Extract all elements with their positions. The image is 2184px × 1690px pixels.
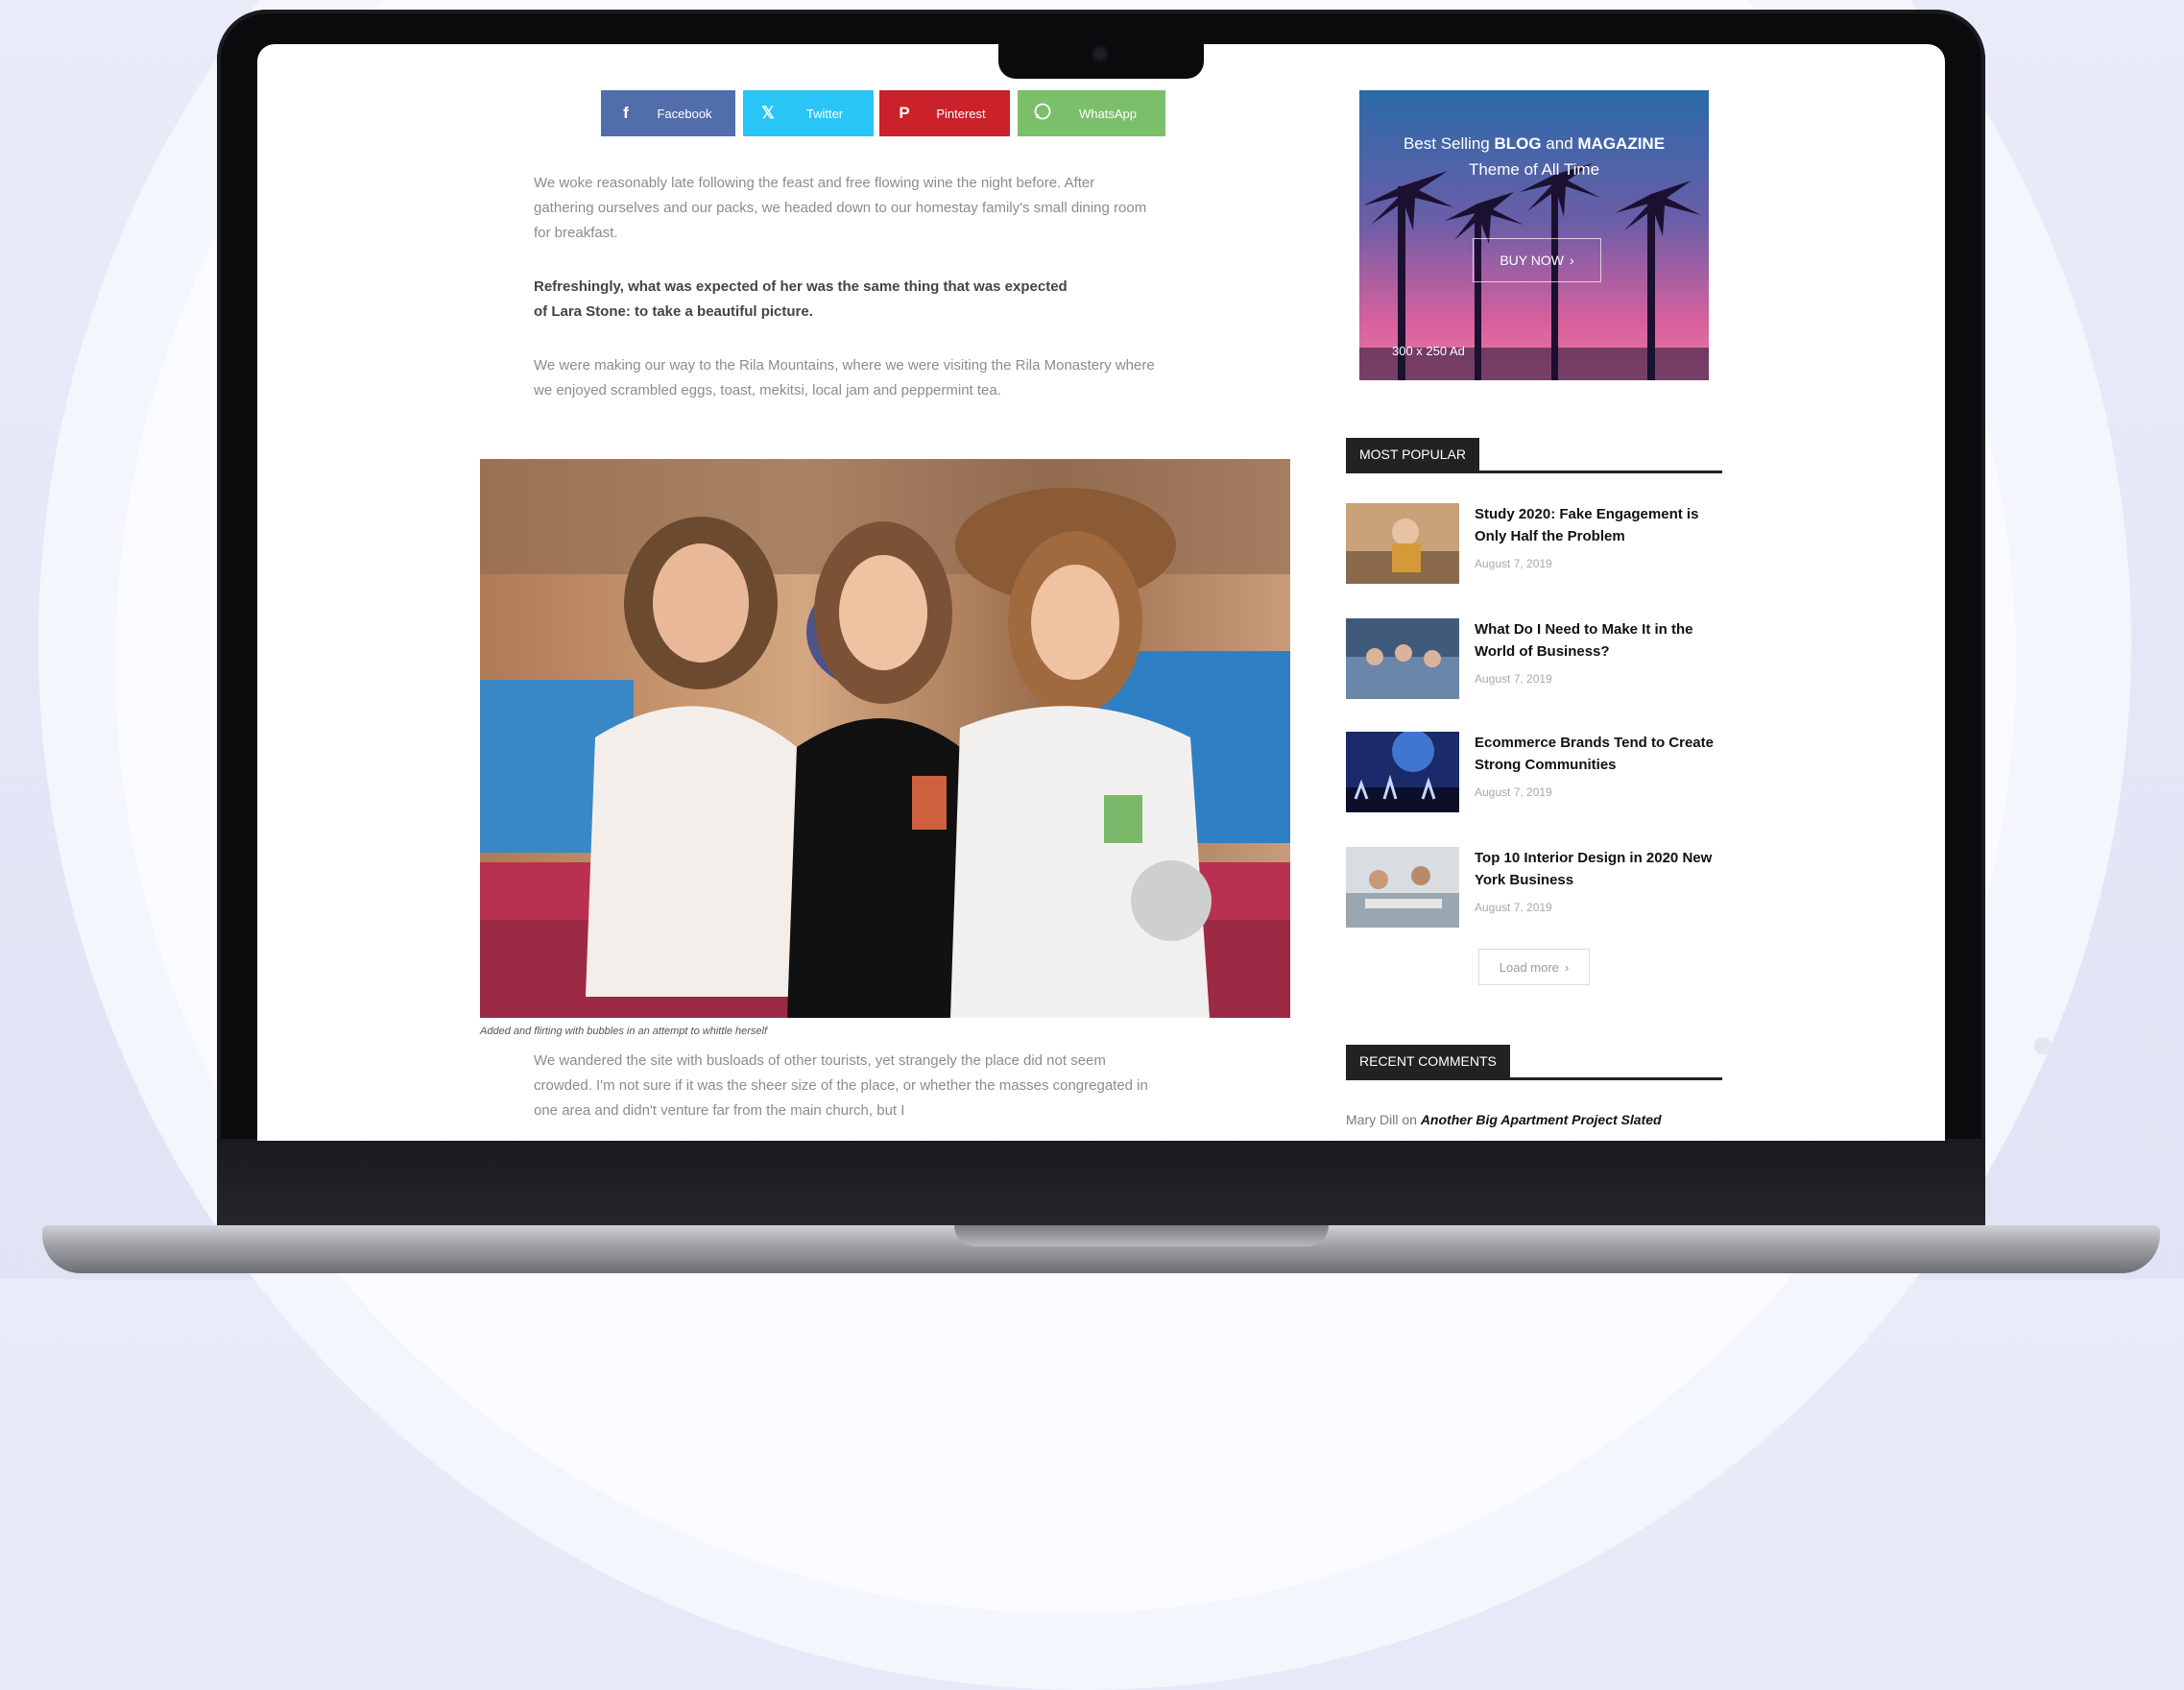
ad-buy-now-label: BUY NOW [1500,253,1564,268]
ad-buy-now-button[interactable]: BUY NOW › [1473,238,1601,282]
most-popular-heading-label: MOST POPULAR [1346,438,1479,471]
popular-post-title[interactable]: Ecommerce Brands Tend to Create Strong C… [1475,732,1724,776]
share-facebook-button[interactable]: f Facebook [601,90,735,136]
popular-post-date: August 7, 2019 [1475,785,1552,799]
pinterest-icon: P [899,104,910,122]
popular-post-date: August 7, 2019 [1475,901,1552,914]
popular-post-date: August 7, 2019 [1475,672,1552,686]
ad-size-label: 300 x 250 Ad [1392,344,1465,358]
popular-post-date: August 7, 2019 [1475,557,1552,570]
load-more-button[interactable]: Load more › [1478,949,1590,985]
popular-post-title[interactable]: Study 2020: Fake Engagement is Only Half… [1475,503,1724,547]
article-paragraph-3: We were making our way to the Rila Mount… [534,357,1155,398]
recent-comments-heading: RECENT COMMENTS [1346,1045,1722,1080]
chevron-right-icon: › [1564,959,1570,975]
popular-post-title[interactable]: What Do I Need to Make It in the World o… [1475,618,1724,663]
popular-post-title[interactable]: Top 10 Interior Design in 2020 New York … [1475,847,1724,891]
x-icon: 𝕏 [761,104,775,122]
popular-post-item[interactable]: Study 2020: Fake Engagement is Only Half… [1346,503,1730,584]
whatsapp-icon [1031,102,1054,126]
article-paragraph-4: We wandered the site with busloads of ot… [534,1052,1148,1119]
share-facebook-label: Facebook [657,106,712,121]
article-paragraph-2: Refreshingly, what was expected of her w… [534,278,1068,320]
photo-caption: Added and flirting with bubbles in an at… [480,1026,768,1037]
comment-post-link[interactable]: Another Big Apartment Project Slated [1421,1112,1662,1127]
share-pinterest-button[interactable]: P Pinterest [879,90,1010,136]
popular-post-thumbnail[interactable] [1346,847,1459,928]
article-photo [480,459,1290,1018]
facebook-icon: f [623,104,629,122]
laptop-base [42,1225,2160,1273]
popular-post-item[interactable]: Top 10 Interior Design in 2020 New York … [1346,847,1730,928]
ad-headline: Best Selling BLOG and MAGAZINE Theme of … [1403,134,1666,179]
most-popular-heading: MOST POPULAR [1346,438,1722,473]
sidebar-ad-banner[interactable]: Best Selling BLOG and MAGAZINE Theme of … [1359,90,1709,380]
popular-post-item[interactable]: Ecommerce Brands Tend to Create Strong C… [1346,732,1730,812]
laptop-hinge-notch [954,1225,1329,1246]
camera-notch [998,36,1204,79]
share-whatsapp-button[interactable]: WhatsApp [1018,90,1165,136]
share-pinterest-label: Pinterest [936,106,986,121]
camera-icon [1094,48,1106,60]
article-paragraph-1: We woke reasonably late following the fe… [534,175,1147,241]
chevron-right-icon: › [1569,253,1574,268]
share-twitter-label: Twitter [805,106,844,121]
share-twitter-button[interactable]: 𝕏 Twitter [743,90,874,136]
comment-on-text: on [1398,1112,1421,1127]
share-whatsapp-label: WhatsApp [1079,106,1137,121]
popular-post-thumbnail[interactable] [1346,732,1459,812]
popular-post-thumbnail[interactable] [1346,503,1459,584]
popular-post-thumbnail[interactable] [1346,618,1459,699]
recent-comments-heading-label: RECENT COMMENTS [1346,1045,1510,1077]
laptop-bezel-bottom [217,1139,1985,1227]
load-more-label: Load more [1499,959,1559,975]
recent-comment-item: Mary Dill on Another Big Apartment Proje… [1346,1112,1662,1127]
popular-post-item[interactable]: What Do I Need to Make It in the World o… [1346,618,1730,699]
comment-author[interactable]: Mary Dill [1346,1112,1398,1127]
laptop-screen: f Facebook 𝕏 Twitter P Pinterest WhatsAp… [257,44,1945,1141]
